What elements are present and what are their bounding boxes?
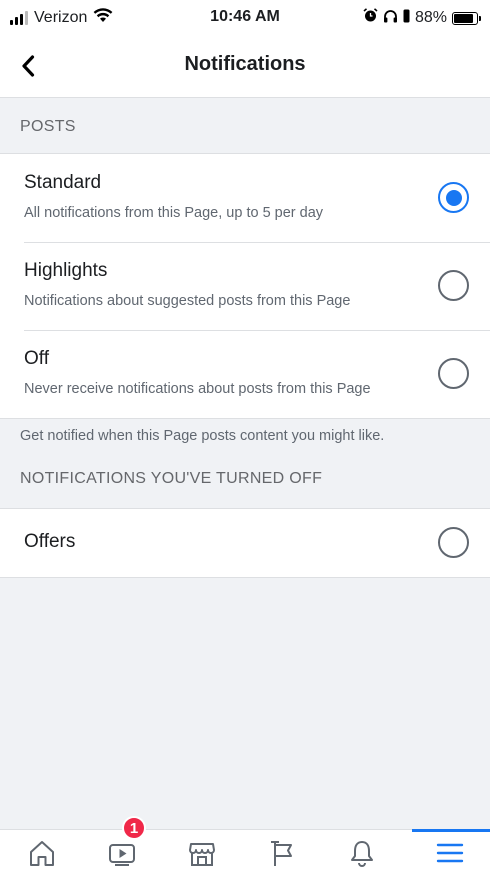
radio-highlights[interactable] [438,270,469,301]
home-icon [30,841,54,866]
pages-flag-icon [271,841,292,866]
radio-standard[interactable] [438,182,469,213]
menu-icon [436,843,464,863]
video-icon [109,844,135,866]
option-description: All notifications from this Page, up to … [24,205,324,221]
orientation-lock-icon [403,9,410,28]
section-header-turned-off: NOTIFICATIONS YOU'VE TURNED OFF [20,470,323,487]
notification-badge: 1 [122,816,146,840]
tab-watch[interactable]: 1 [82,816,162,875]
tab-pages[interactable] [242,830,322,875]
tab-menu[interactable] [410,829,490,875]
battery-fill [454,13,474,23]
option-title: Offers [24,531,76,552]
tab-home[interactable] [2,830,82,875]
turned-off-options-group: Offers [0,508,490,578]
page-title: Notifications [184,53,306,75]
tab-marketplace[interactable] [162,830,242,875]
option-title: Highlights [24,260,108,281]
option-description: Notifications about suggested posts from… [24,293,351,309]
tab-notifications[interactable] [322,830,402,875]
radio-off[interactable] [438,358,469,389]
option-title: Off [24,348,49,369]
radio-offers[interactable] [438,527,469,558]
marketplace-icon [189,843,215,866]
alarm-icon [363,8,378,28]
option-off[interactable]: Off Never receive notifications about po… [0,330,490,418]
status-bar: Verizon 10:46 AM 88% [0,0,490,36]
tab-bar: 1 [0,816,490,875]
bell-icon [351,841,373,867]
option-highlights[interactable]: Highlights Notifications about suggested… [0,242,490,330]
option-title: Standard [24,172,102,193]
battery-icon [452,11,481,25]
option-offers[interactable]: Offers [0,509,490,577]
headphones-icon [383,9,398,28]
section-header-posts: POSTS [20,118,76,135]
option-standard[interactable]: Standard All notifications from this Pag… [0,154,490,242]
status-right: 88% [363,8,481,28]
posts-footer-note: Get notified when this Page posts conten… [20,428,385,444]
nav-bar: Notifications [0,36,490,98]
battery-percent: 88% [414,9,447,26]
posts-options-group: Standard All notifications from this Pag… [0,153,490,419]
option-description: Never receive notifications about posts … [24,381,371,397]
